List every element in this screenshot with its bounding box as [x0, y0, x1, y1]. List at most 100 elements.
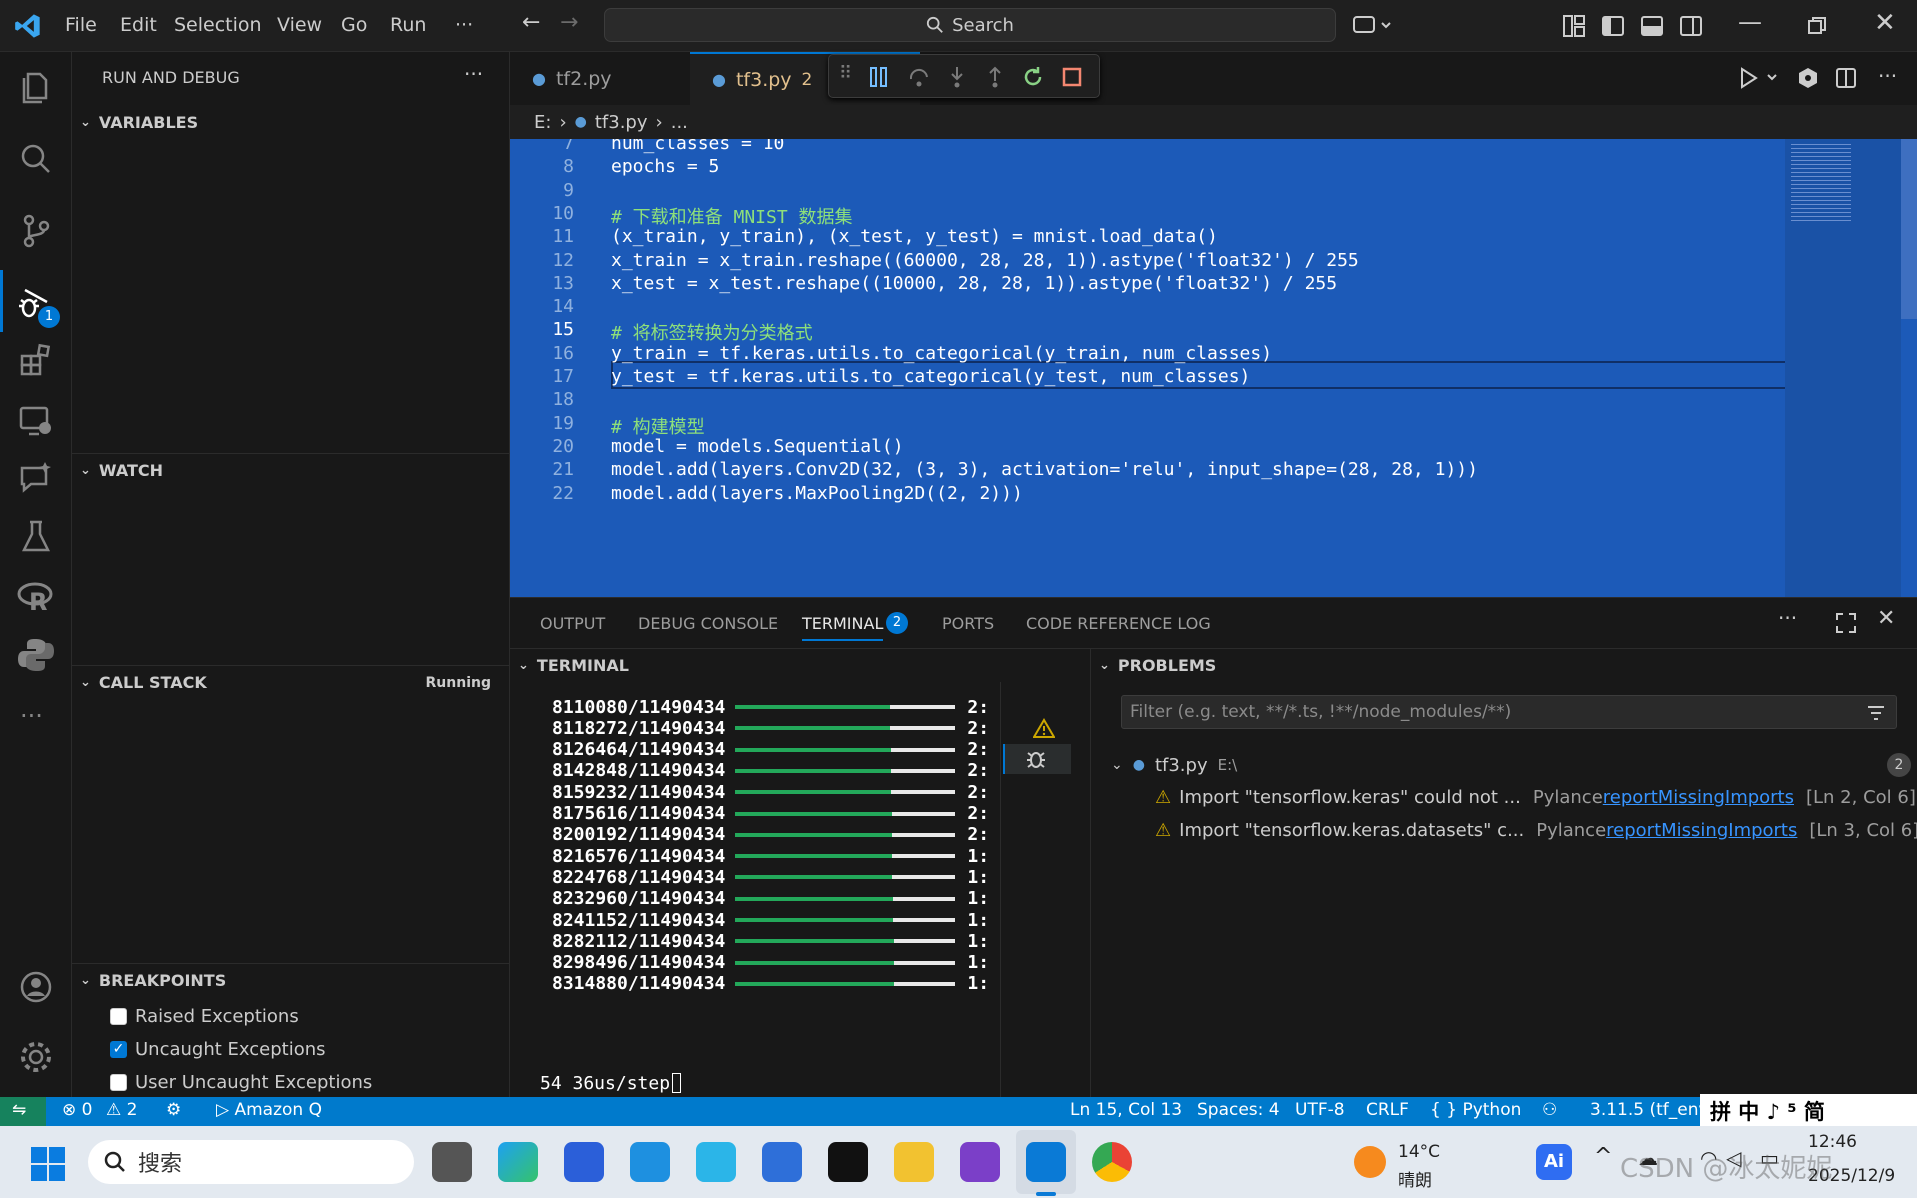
problem-rule-link[interactable]: reportMissingImports [1603, 787, 1794, 808]
chrome-icon[interactable] [1092, 1142, 1132, 1182]
chatgpt-icon[interactable] [828, 1142, 868, 1182]
problems-section-header[interactable]: ⌄ PROBLEMS [1091, 648, 1917, 682]
stop-icon[interactable] [1060, 65, 1084, 89]
problem-item[interactable]: ⚠ Import "tensorflow.keras" could not ...… [1155, 782, 1916, 812]
close-panel-icon[interactable]: ✕ [1877, 606, 1895, 631]
breadcrumb-symbol[interactable]: ... [671, 112, 688, 133]
problem-file-row[interactable]: ⌄ ● tf3.py E:\ 2 [1111, 750, 1911, 780]
warning-icon[interactable] [1033, 718, 1055, 738]
breakpoint-item[interactable]: ✓ Uncaught Exceptions [110, 1033, 372, 1066]
search-view-icon[interactable] [17, 140, 55, 178]
terminal-section-header[interactable]: ⌄ TERMINAL [510, 648, 1090, 682]
user-uncaught-exceptions-checkbox[interactable] [110, 1074, 127, 1091]
breakpoint-item[interactable]: Raised Exceptions [110, 1000, 372, 1033]
tab-code-reference-log[interactable]: CODE REFERENCE LOG [1026, 614, 1211, 633]
tab-terminal[interactable]: TERMINAL [802, 614, 884, 641]
taskbar-search[interactable]: 搜索 [88, 1140, 414, 1184]
tab-output[interactable]: OUTPUT [540, 614, 605, 633]
copilot-status-icon[interactable]: ⚇ [1542, 1100, 1557, 1120]
cursor-position[interactable]: Ln 15, Col 13 [1070, 1100, 1182, 1120]
problem-item[interactable]: ⚠ Import "tensorflow.keras.datasets" c...… [1155, 815, 1917, 845]
restore-icon[interactable] [1804, 13, 1830, 39]
store-icon[interactable] [564, 1142, 604, 1182]
chat-icon[interactable] [17, 460, 55, 498]
windows-start-icon[interactable] [30, 1146, 66, 1182]
maximize-panel-icon[interactable] [1835, 612, 1857, 634]
toggle-secondary-sidebar-icon[interactable] [1678, 13, 1704, 39]
command-search[interactable]: Search [604, 8, 1336, 42]
menu-run[interactable]: Run [390, 14, 426, 36]
tab-ports[interactable]: PORTS [942, 614, 994, 633]
task-view-icon[interactable] [432, 1142, 472, 1182]
r-language-icon[interactable]: R [17, 578, 55, 616]
python-interpreter[interactable]: 3.11.5 (tf_env [1590, 1100, 1709, 1120]
copilot-chat-icon[interactable] [1352, 14, 1392, 38]
menu-file[interactable]: File [65, 14, 97, 36]
explorer-icon[interactable] [17, 68, 55, 106]
close-window-icon[interactable]: ✕ [1874, 8, 1896, 38]
tray-chevron-up-icon[interactable]: ^ [1594, 1144, 1612, 1169]
app-v-icon[interactable] [696, 1142, 736, 1182]
minimize-icon[interactable]: — [1738, 8, 1762, 36]
edge-ai-icon[interactable] [630, 1142, 670, 1182]
ai-assistant-icon[interactable]: Ai [1536, 1144, 1572, 1180]
step-over-icon[interactable] [907, 65, 931, 89]
watch-section-header[interactable]: ⌄ WATCH [72, 453, 509, 487]
problem-rule-link[interactable]: reportMissingImports [1606, 820, 1797, 841]
uncaught-exceptions-checkbox[interactable]: ✓ [110, 1041, 127, 1058]
file-explorer-icon[interactable] [894, 1142, 934, 1182]
problems-filter-input[interactable]: Filter (e.g. text, **/*.ts, !**/node_mod… [1121, 695, 1897, 729]
warnings-indicator[interactable]: ⚠ 2 [106, 1100, 137, 1120]
visual-studio-icon[interactable] [960, 1142, 1000, 1182]
vscode-taskbar-icon[interactable] [1026, 1142, 1066, 1182]
panel-more-icon[interactable]: ··· [1778, 606, 1797, 630]
python-icon[interactable] [17, 636, 55, 674]
raised-exceptions-checkbox[interactable] [110, 1008, 127, 1025]
breakpoint-item[interactable]: User Uncaught Exceptions [110, 1066, 372, 1099]
debug-status-icon[interactable]: ⚙ [166, 1100, 181, 1120]
remote-indicator[interactable]: ⇋ [0, 1097, 46, 1126]
step-out-icon[interactable] [983, 65, 1007, 89]
menu-more[interactable]: ··· [455, 14, 473, 36]
extensions-icon[interactable] [17, 342, 55, 380]
toggle-sidebar-icon[interactable] [1600, 13, 1626, 39]
variables-section-header[interactable]: ⌄ VARIABLES [72, 105, 509, 139]
customize-layout-icon[interactable] [1561, 13, 1587, 39]
edge-browser-icon[interactable] [498, 1142, 538, 1182]
end-of-line[interactable]: CRLF [1366, 1100, 1409, 1120]
breadcrumb-file[interactable]: tf3.py [595, 112, 648, 133]
call-stack-section-header[interactable]: ⌄ CALL STACK Running [72, 665, 509, 699]
encoding[interactable]: UTF-8 [1295, 1100, 1345, 1120]
forward-arrow-icon[interactable]: → [560, 10, 578, 35]
settings-gear-icon[interactable] [17, 1038, 55, 1076]
run-file-icon[interactable] [1738, 66, 1782, 90]
split-editor-icon[interactable] [1834, 66, 1858, 90]
menu-edit[interactable]: Edit [120, 14, 157, 36]
testing-icon[interactable] [17, 518, 55, 556]
amazon-q-icon[interactable] [1796, 66, 1820, 90]
toggle-panel-icon[interactable] [1639, 13, 1665, 39]
drag-handle-icon[interactable]: ⠿ [839, 63, 852, 84]
tab-debug-console[interactable]: DEBUG CONSOLE [638, 614, 778, 633]
editor-more-icon[interactable]: ··· [1878, 64, 1897, 88]
ime-toolbar[interactable]: 拼 中 ♪ ⁵ 简 [1700, 1094, 1917, 1128]
account-icon[interactable] [17, 968, 55, 1006]
back-arrow-icon[interactable]: ← [522, 10, 540, 35]
menu-selection[interactable]: Selection [174, 14, 262, 36]
language-mode[interactable]: { } Python [1430, 1100, 1521, 1120]
weather-icon[interactable] [1354, 1146, 1386, 1178]
minimap[interactable] [1785, 139, 1901, 597]
source-control-icon[interactable] [17, 212, 55, 250]
menu-go[interactable]: Go [341, 14, 367, 36]
remote-explorer-icon[interactable] [17, 402, 55, 440]
breakpoints-section-header[interactable]: ⌄ BREAKPOINTS [72, 963, 509, 997]
step-into-icon[interactable] [945, 65, 969, 89]
restart-icon[interactable] [1021, 65, 1045, 89]
filter-icon[interactable] [1866, 704, 1886, 722]
code-editor[interactable]: 7 num_classes = 10 8 epochs = 5 9 10 # 下载和准备 M… [510, 139, 1917, 597]
menu-view[interactable]: View [277, 14, 322, 36]
breadcrumb-drive[interactable]: E: [534, 112, 551, 133]
terminal-instance-debug[interactable] [1003, 744, 1071, 774]
errors-indicator[interactable]: ⊗ 0 [62, 1100, 92, 1120]
terminal-view[interactable]: ⌄ TERMINAL 8110080/11490434 2: 8118272/114… [510, 648, 1090, 1097]
